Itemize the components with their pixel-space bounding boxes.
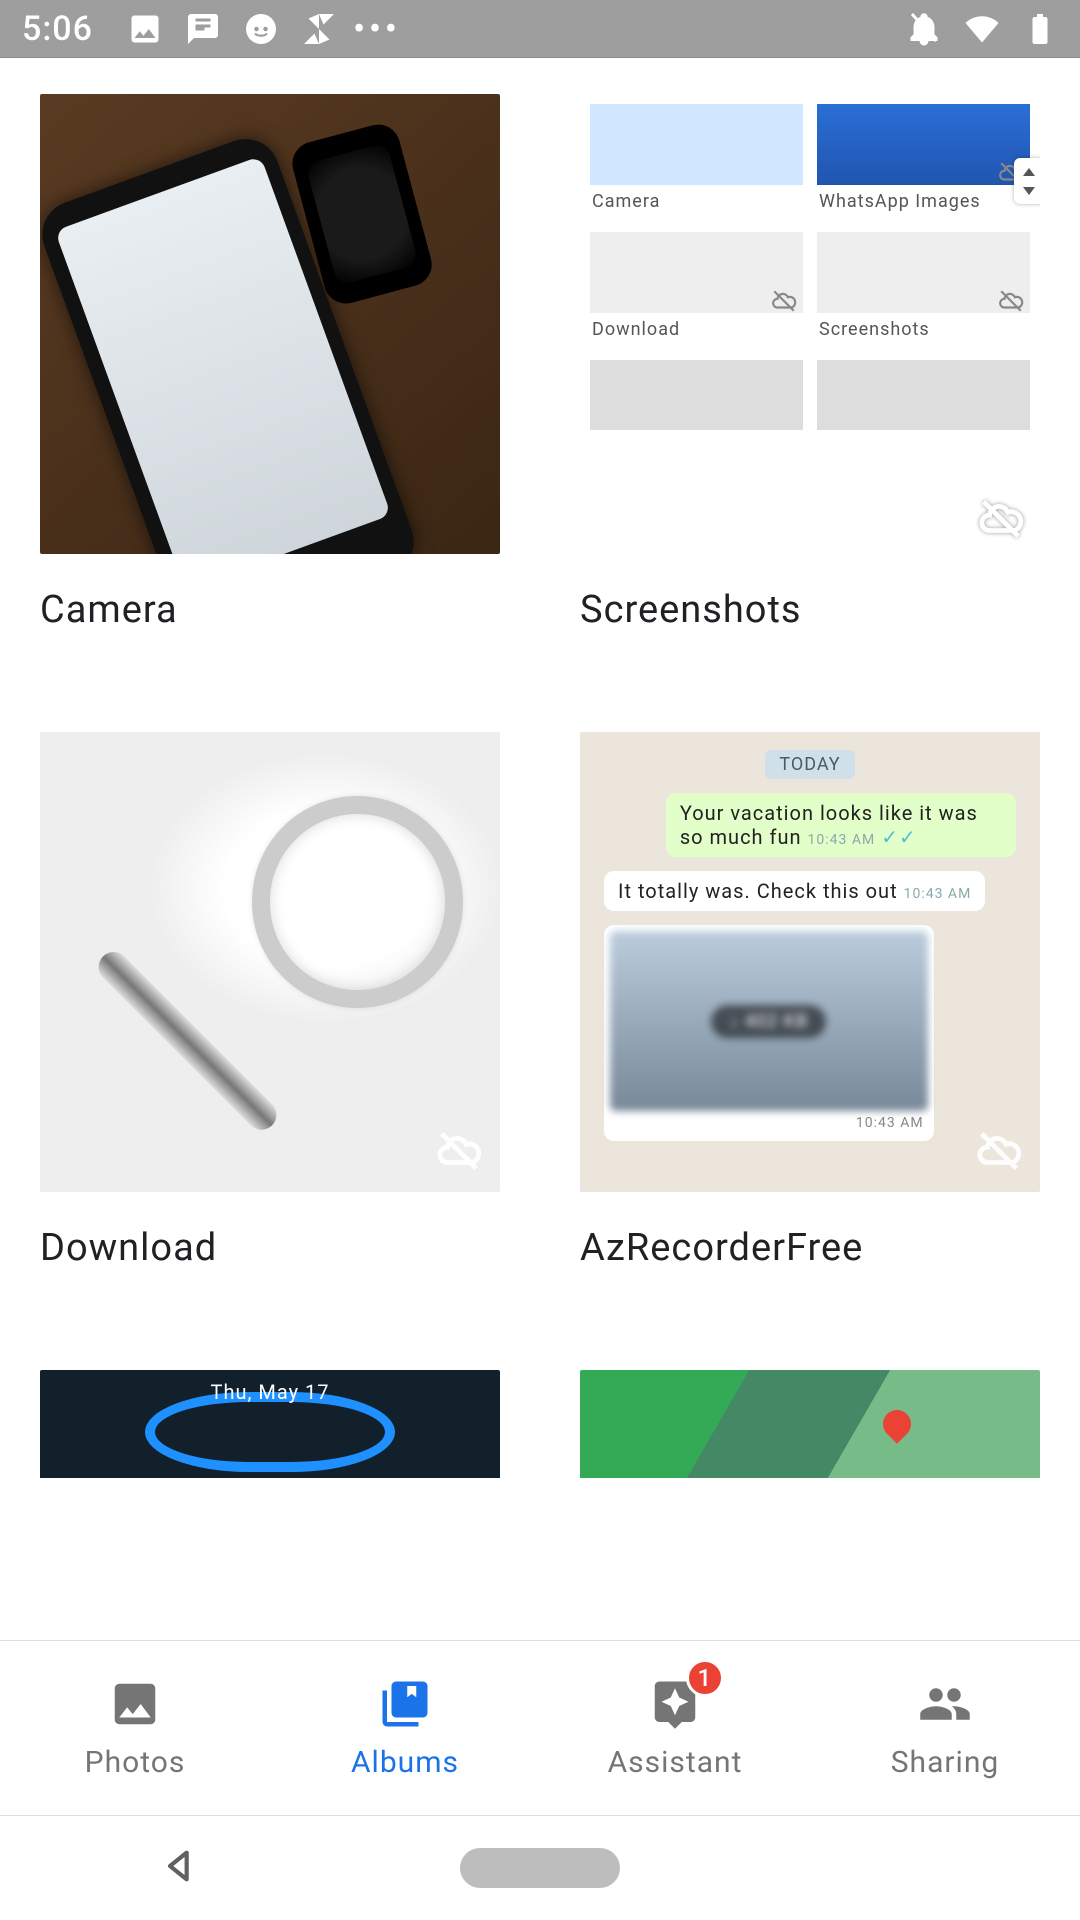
nav-label: Sharing bbox=[891, 1745, 1000, 1780]
nav-label: Albums bbox=[351, 1745, 459, 1780]
album-screenshots[interactable]: Camera WhatsApp Images Download Screensh… bbox=[580, 94, 1040, 632]
reddit-icon bbox=[243, 11, 279, 47]
dnd-icon bbox=[906, 11, 942, 47]
album-row3-right[interactable]: 🚌 Bx15 M100 M101 ›🚶3 !Use caution–wheelc… bbox=[580, 1370, 1040, 1478]
cloud-off-icon bbox=[436, 1128, 482, 1178]
pinwheel-icon bbox=[301, 11, 337, 47]
wifi-icon bbox=[964, 11, 1000, 47]
album-thumbnail[interactable] bbox=[40, 94, 500, 554]
back-button[interactable] bbox=[160, 1846, 200, 1890]
album-title: Camera bbox=[40, 588, 500, 632]
album-camera[interactable]: Camera bbox=[40, 94, 500, 632]
recents-placeholder bbox=[880, 1848, 920, 1888]
album-thumbnail[interactable] bbox=[40, 732, 500, 1192]
bottom-nav: Photos Albums 1 Assistant Sharing bbox=[0, 1640, 1080, 1816]
album-row3-left[interactable]: Thu, May 17 ▦ System · 2h ˅ Screenshot s… bbox=[40, 1370, 500, 1478]
album-title: Screenshots bbox=[580, 588, 1040, 632]
status-bar: 5:06 ••• bbox=[0, 0, 1080, 58]
nav-photos[interactable]: Photos bbox=[0, 1641, 270, 1815]
cloud-off-icon bbox=[976, 1128, 1022, 1178]
album-thumbnail[interactable]: 🚌 Bx15 M100 M101 ›🚶3 !Use caution–wheelc… bbox=[580, 1370, 1040, 1478]
assistant-badge: 1 bbox=[686, 1659, 724, 1697]
nav-albums[interactable]: Albums bbox=[270, 1641, 540, 1815]
message-icon bbox=[185, 11, 221, 47]
photo-icon bbox=[127, 11, 163, 47]
album-title: AzRecorderFree bbox=[580, 1226, 1040, 1270]
nav-sharing[interactable]: Sharing bbox=[810, 1641, 1080, 1815]
album-title: Download bbox=[40, 1226, 500, 1270]
album-download[interactable]: Download bbox=[40, 732, 500, 1270]
more-icon: ••• bbox=[359, 11, 395, 47]
album-azrecorderfree[interactable]: TODAY Your vacation looks like it was so… bbox=[580, 732, 1040, 1270]
fast-scroll-handle[interactable] bbox=[1014, 158, 1040, 204]
photos-icon bbox=[108, 1677, 162, 1731]
nav-label: Photos bbox=[85, 1745, 186, 1780]
nav-assistant[interactable]: 1 Assistant bbox=[540, 1641, 810, 1815]
battery-icon bbox=[1022, 11, 1058, 47]
status-clock: 5:06 bbox=[22, 9, 93, 49]
albums-grid[interactable]: Camera Camera WhatsApp Images Download S… bbox=[0, 58, 1080, 1478]
cloud-off-icon bbox=[978, 496, 1024, 546]
system-nav-bar bbox=[0, 1816, 1080, 1920]
album-thumbnail[interactable]: TODAY Your vacation looks like it was so… bbox=[580, 732, 1040, 1192]
album-thumbnail[interactable]: Thu, May 17 ▦ System · 2h ˅ Screenshot s… bbox=[40, 1370, 500, 1478]
home-pill[interactable] bbox=[460, 1848, 620, 1888]
album-thumbnail[interactable]: Camera WhatsApp Images Download Screensh… bbox=[580, 94, 1040, 554]
sharing-icon bbox=[918, 1677, 972, 1731]
albums-icon bbox=[378, 1677, 432, 1731]
nav-label: Assistant bbox=[608, 1745, 743, 1780]
